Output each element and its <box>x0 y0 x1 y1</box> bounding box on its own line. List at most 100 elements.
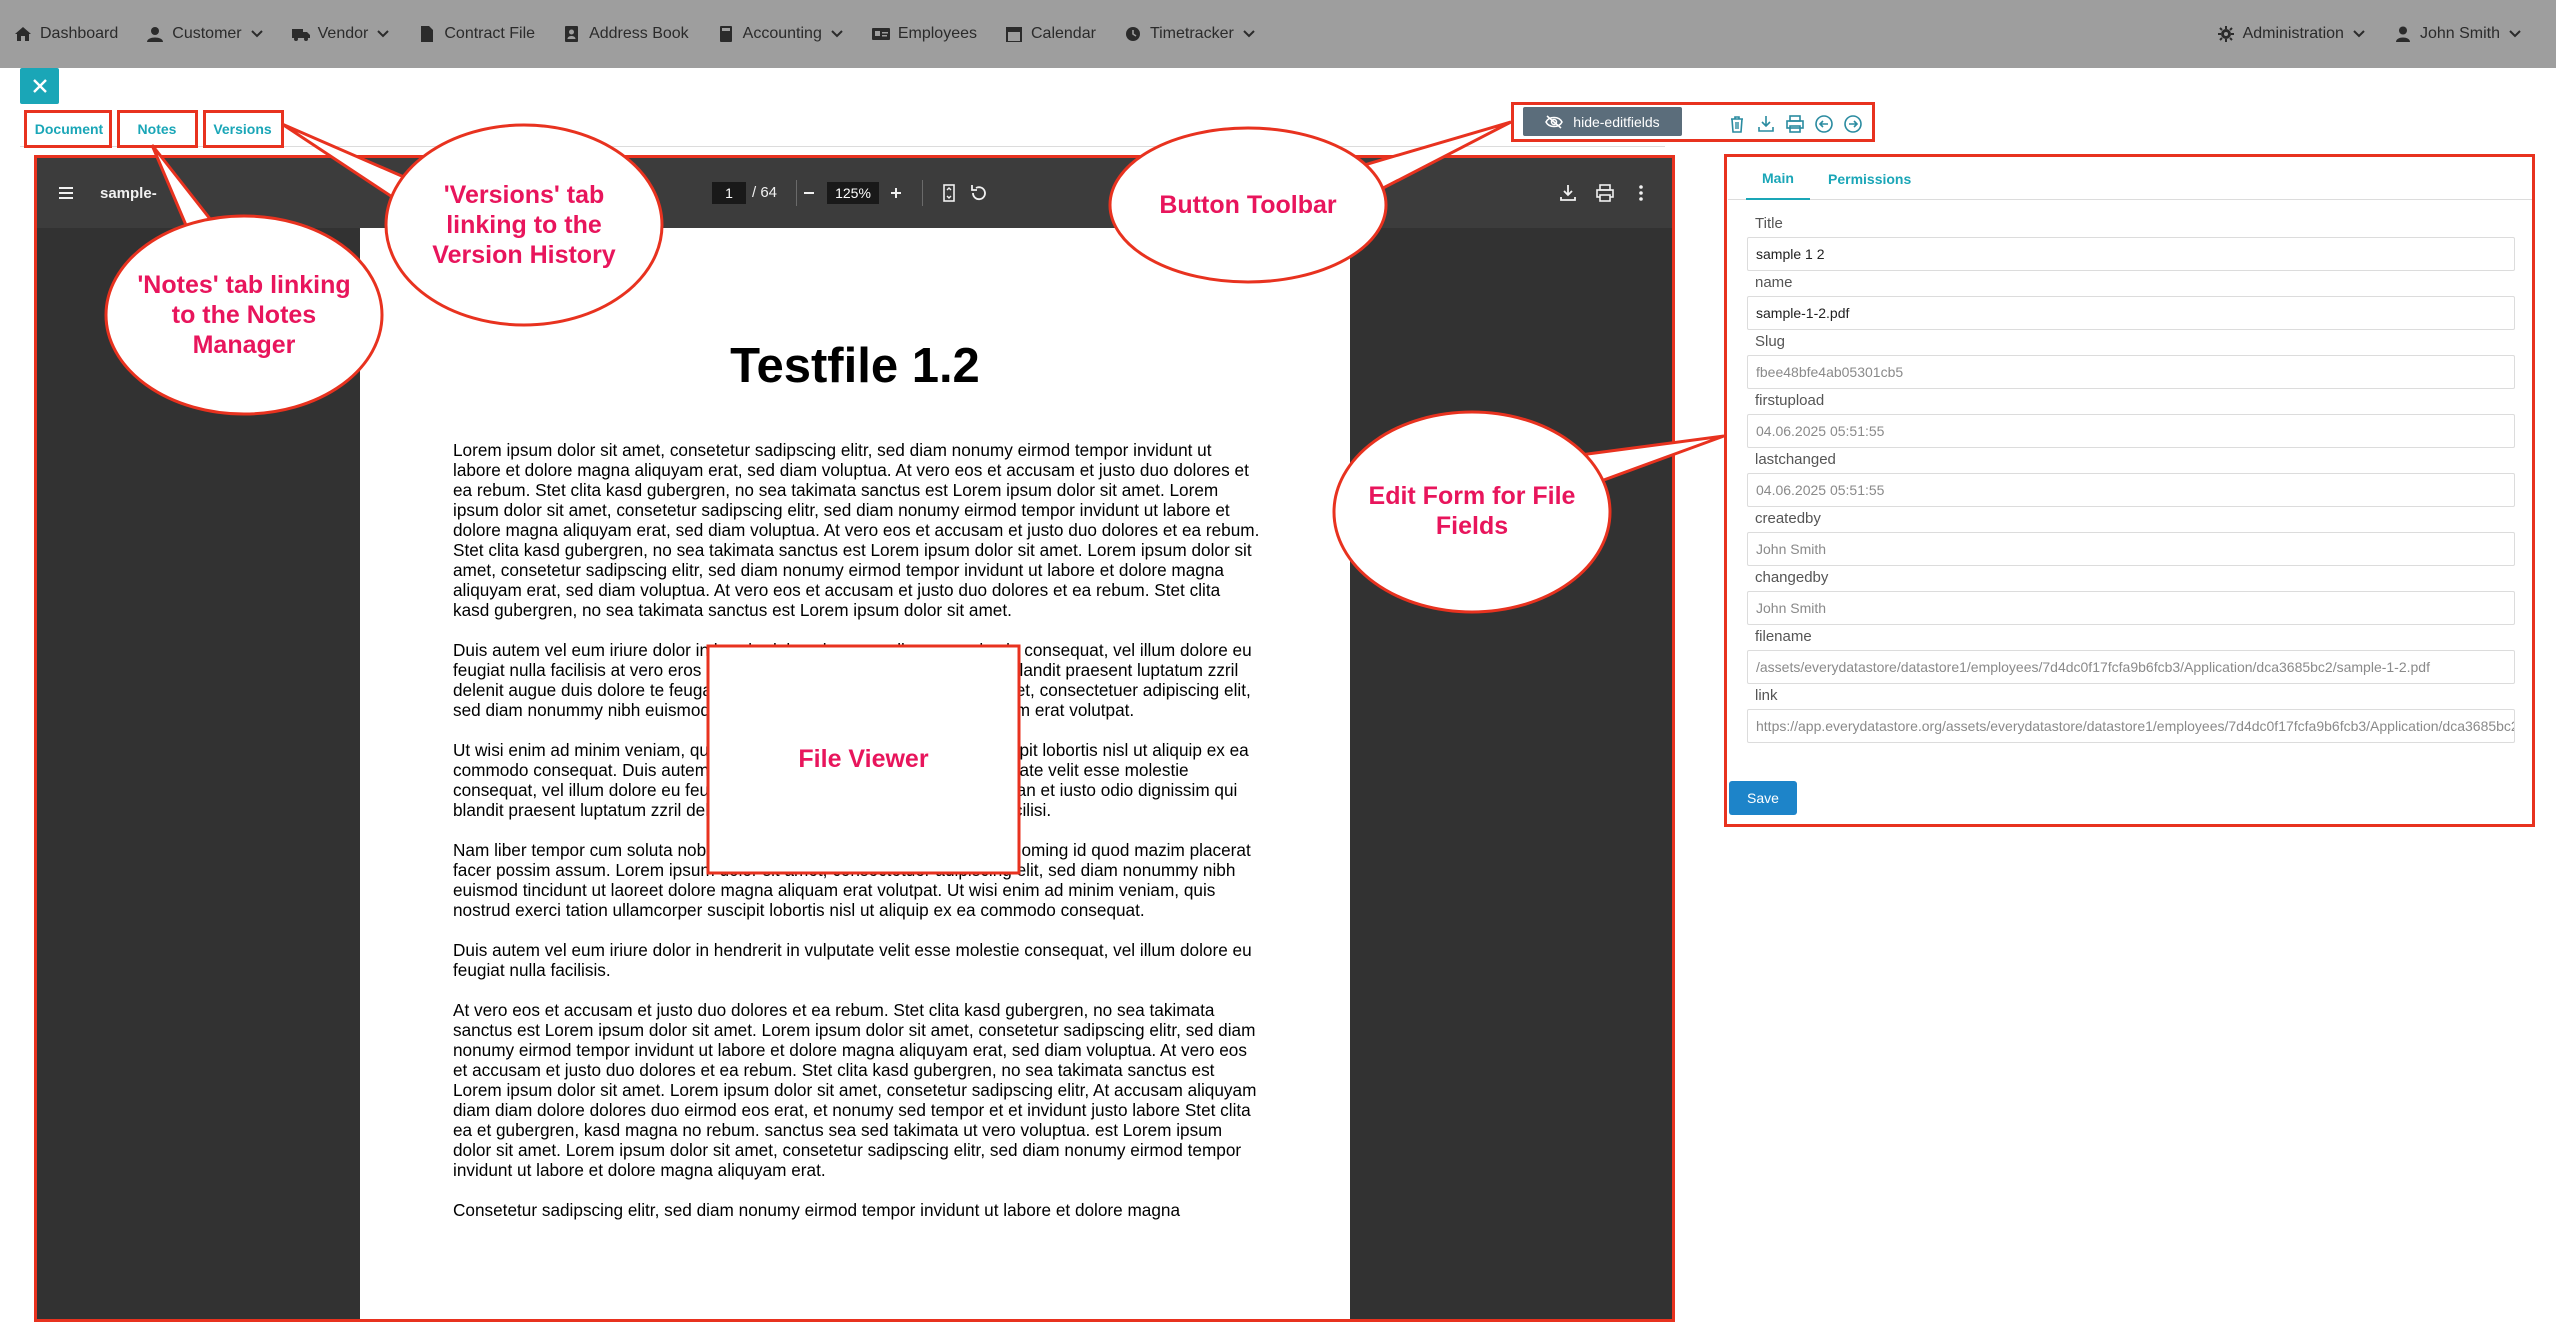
zoom-level-input[interactable]: 125% <box>827 182 879 204</box>
field-label-firstupload: firstupload <box>1755 392 1825 409</box>
field-label-createdby: createdby <box>1755 510 1821 527</box>
nav-calendar[interactable]: Calendar <box>991 0 1110 68</box>
nav-contract-file-label: Contract File <box>444 25 536 42</box>
more-options-icon[interactable] <box>1630 182 1652 204</box>
truck-icon <box>291 29 310 41</box>
field-label-link: link <box>1755 687 1778 704</box>
tab-versions[interactable]: Versions <box>203 112 282 146</box>
tab-permissions[interactable]: Permissions <box>1812 158 1927 200</box>
tab-main[interactable]: Main <box>1746 158 1810 200</box>
field-label-lastchanged: lastchanged <box>1755 451 1836 468</box>
page-total: / 64 <box>752 184 778 201</box>
home-icon <box>15 27 31 41</box>
field-label-changedby: changedby <box>1755 569 1829 586</box>
hide-editfields-label: hide-editfields <box>1573 113 1660 130</box>
file-viewer[interactable]: sample- 1 / 64 125% Testfile 1.2 Lorem i… <box>36 158 1672 1322</box>
pdf-paragraph: Ut wisi enim ad minim veniam, quis nostr… <box>453 740 1249 820</box>
user-tie-icon <box>2395 26 2410 42</box>
close-icon <box>32 79 47 93</box>
nav-customer-label: Customer <box>172 25 242 42</box>
title-field[interactable]: sample 1 2 <box>1747 237 2515 271</box>
nav-dashboard[interactable]: Dashboard <box>0 0 132 68</box>
download-icon[interactable] <box>1756 114 1776 134</box>
page-number-input[interactable]: 1 <box>712 182 746 204</box>
lastchanged-field[interactable]: 04.06.2025 05:51:55 <box>1747 473 2515 507</box>
nav-calendar-label: Calendar <box>1031 25 1096 42</box>
nav-user-label: John Smith <box>2419 25 2500 42</box>
chevron-down-icon <box>2509 30 2521 38</box>
filename-field[interactable]: /assets/everydatastore/datastore1/employ… <box>1747 650 2515 684</box>
nav-accounting-label: Accounting <box>742 25 822 42</box>
address-book-icon <box>565 26 579 42</box>
field-label-filename: filename <box>1755 628 1812 645</box>
pdf-document-title: Testfile 1.2 <box>730 339 980 393</box>
nav-administration-label: Administration <box>2242 25 2344 42</box>
hide-editfields-button[interactable]: hide-editfields <box>1523 107 1682 136</box>
chevron-down-icon <box>1243 30 1255 38</box>
calculator-icon <box>719 26 732 42</box>
toolbar-separator <box>922 180 923 206</box>
changedby-field[interactable]: John Smith <box>1747 591 2515 625</box>
user-icon <box>147 27 164 42</box>
top-navigation: Dashboard Customer Vendor Contract File … <box>0 0 2556 68</box>
nav-employees-label: Employees <box>897 25 977 42</box>
hamburger-menu-icon[interactable] <box>56 183 76 203</box>
zoom-out-icon[interactable] <box>798 182 820 204</box>
createdby-field[interactable]: John Smith <box>1747 532 2515 566</box>
nav-user-menu[interactable]: John Smith <box>2380 0 2536 68</box>
download-icon[interactable] <box>1557 182 1579 204</box>
nav-contract-file[interactable]: Contract File <box>404 0 549 68</box>
field-label-title: Title <box>1755 215 1783 232</box>
save-button[interactable]: Save <box>1729 781 1797 815</box>
name-field[interactable]: sample-1-2.pdf <box>1747 296 2515 330</box>
arrow-left-circle-icon[interactable] <box>1814 114 1834 134</box>
tab-divider <box>20 146 1665 147</box>
pdf-page: Testfile 1.2 Lorem ipsum dolor sit amet,… <box>360 228 1350 1322</box>
field-label-name: name <box>1755 274 1793 291</box>
nav-timetracker[interactable]: Timetracker <box>1110 0 1270 68</box>
nav-address-book[interactable]: Address Book <box>549 0 703 68</box>
pdf-file-title: sample- <box>100 185 157 202</box>
chevron-down-icon <box>250 30 263 38</box>
pdf-body-text: Lorem ipsum dolor sit amet, consetetur s… <box>453 440 1261 1240</box>
zoom-in-icon[interactable] <box>885 182 907 204</box>
rotate-icon[interactable] <box>968 182 990 204</box>
clock-icon <box>1125 27 1140 41</box>
field-label-slug: Slug <box>1755 333 1786 350</box>
calendar-icon <box>1006 27 1022 42</box>
nav-customer[interactable]: Customer <box>132 0 277 68</box>
file-icon <box>421 26 434 42</box>
nav-employees[interactable]: Employees <box>858 0 991 68</box>
chevron-down-icon <box>831 30 843 38</box>
link-field[interactable]: https://app.everydatastore.org/assets/ev… <box>1747 709 2515 743</box>
pdf-paragraph: Consetetur sadipscing elitr, sed diam no… <box>453 1200 1181 1220</box>
nav-address-book-label: Address Book <box>589 25 689 42</box>
gear-icon <box>2217 26 2234 42</box>
nav-timetracker-label: Timetracker <box>1149 25 1234 42</box>
trash-icon[interactable] <box>1727 114 1747 134</box>
print-icon[interactable] <box>1594 182 1616 204</box>
print-icon[interactable] <box>1785 114 1805 134</box>
nav-right-group: Administration John Smith <box>2203 0 2556 68</box>
tab-notes[interactable]: Notes <box>118 112 196 146</box>
pdf-paragraph: At vero eos et accusam et justo duo dolo… <box>453 1000 1257 1180</box>
nav-vendor-label: Vendor <box>317 25 369 42</box>
pdf-viewer-toolbar: sample- 1 / 64 125% <box>36 158 1672 228</box>
tab-document[interactable]: Document <box>28 112 110 146</box>
form-tabs: Main Permissions <box>1728 158 2532 200</box>
nav-vendor[interactable]: Vendor <box>278 0 405 68</box>
nav-accounting[interactable]: Accounting <box>703 0 858 68</box>
slug-field[interactable]: fbee48bfe4ab05301cb5 <box>1747 355 2515 389</box>
chevron-down-icon <box>2353 30 2365 38</box>
nav-administration[interactable]: Administration <box>2203 0 2380 68</box>
pdf-paragraph: Duis autem vel eum iriure dolor in hendr… <box>453 940 1252 980</box>
close-button[interactable] <box>20 68 59 104</box>
nav-dashboard-label: Dashboard <box>40 25 119 42</box>
pdf-paragraph: Duis autem vel eum iriure dolor in hendr… <box>453 640 1252 720</box>
chevron-down-icon <box>377 30 390 38</box>
firstupload-field[interactable]: 04.06.2025 05:51:55 <box>1747 414 2515 448</box>
fit-page-icon[interactable] <box>938 182 960 204</box>
eye-slash-icon <box>1545 114 1564 129</box>
pdf-paragraph: Lorem ipsum dolor sit amet, consetetur s… <box>453 440 1260 620</box>
arrow-right-circle-icon[interactable] <box>1843 114 1863 134</box>
